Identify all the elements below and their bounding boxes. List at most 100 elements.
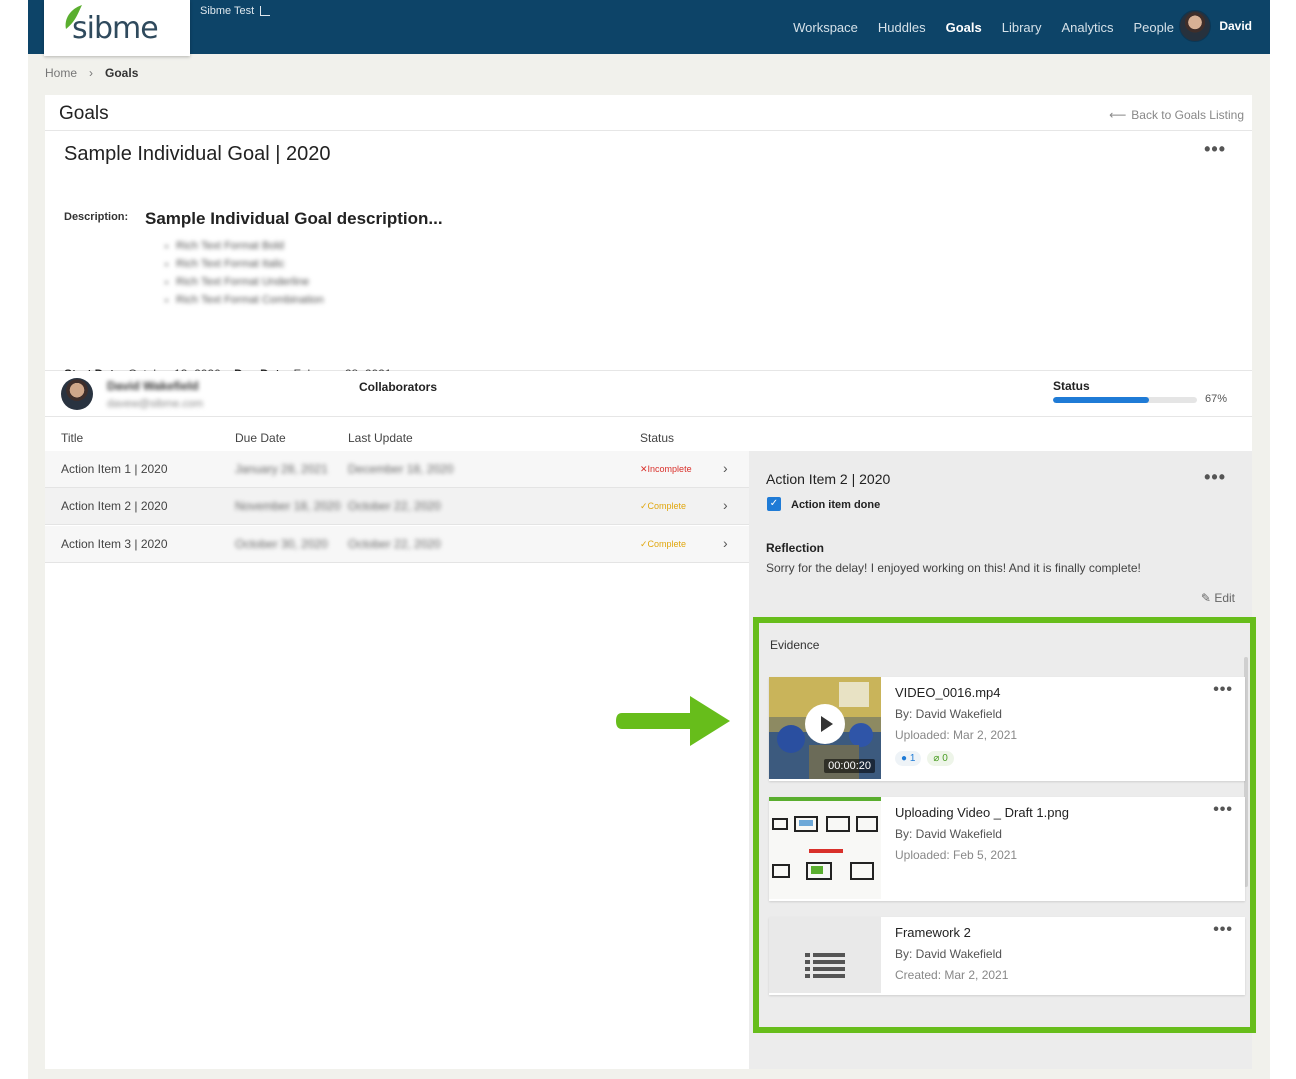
- evidence-more-options-icon[interactable]: •••: [1213, 801, 1233, 819]
- breadcrumb: Home › Goals: [45, 66, 138, 80]
- evidence-name[interactable]: Framework 2: [895, 925, 971, 940]
- evidence-more-options-icon[interactable]: •••: [1213, 921, 1233, 939]
- user-menu[interactable]: David: [1179, 10, 1252, 42]
- nav-people[interactable]: People: [1134, 20, 1174, 35]
- chevron-right-icon[interactable]: ›: [723, 460, 728, 476]
- nav-workspace[interactable]: Workspace: [793, 20, 858, 35]
- evidence-item-video[interactable]: 00:00:20 VIDEO_0016.mp4 By: David Wakefi…: [769, 677, 1245, 781]
- switch-account-icon: [260, 6, 271, 16]
- user-name: David: [1219, 19, 1252, 33]
- goal-title: Sample Individual Goal | 2020: [64, 143, 331, 165]
- arrow-left-icon: ⟵: [1109, 108, 1127, 122]
- evidence-more-options-icon[interactable]: •••: [1213, 681, 1233, 699]
- monitors-diagram-thumbnail: [769, 797, 881, 880]
- row-due-date: November 18, 2020: [235, 499, 341, 513]
- card-header: Goals ⟵ Back to Goals Listing: [45, 95, 1252, 131]
- video-thumbnail[interactable]: 00:00:20: [769, 677, 881, 779]
- column-due-date[interactable]: Due Date: [235, 431, 286, 445]
- collaborator-name: David Wakefield: [107, 379, 199, 393]
- action-items-header: Title Due Date Last Update Status: [45, 417, 1252, 451]
- nav-goals[interactable]: Goals: [946, 20, 982, 35]
- row-last-update: October 22, 2020: [348, 499, 441, 513]
- main-nav: Workspace Huddles Goals Library Analytic…: [793, 0, 1174, 54]
- chevron-right-icon[interactable]: ›: [723, 497, 728, 513]
- detail-more-options-icon[interactable]: •••: [1204, 467, 1226, 488]
- column-title[interactable]: Title: [61, 431, 83, 445]
- edit-label: Edit: [1214, 591, 1235, 605]
- row-status-complete: ✓Complete: [640, 501, 687, 511]
- goal-description: Sample Individual Goal description...: [145, 209, 443, 228]
- reflection-label: Reflection: [766, 541, 825, 555]
- evidence-name[interactable]: VIDEO_0016.mp4: [895, 685, 1001, 700]
- top-navigation-bar: sibme Sibme Test Workspace Huddles Goals…: [28, 0, 1270, 56]
- description-list-item: Rich Text Format Bold: [165, 237, 324, 255]
- evidence-section: Evidence 00:00:20 VIDEO_0016.mp4 By: Dav…: [753, 617, 1256, 1033]
- evidence-date: Uploaded: Feb 5, 2021: [895, 848, 1018, 862]
- table-row-selected[interactable]: Action Item 2 | 2020 November 18, 2020 O…: [45, 488, 749, 525]
- evidence-label: Evidence: [770, 638, 820, 652]
- collaborator-email: davew@sibme.com: [107, 398, 204, 410]
- page-title: Goals: [59, 103, 109, 124]
- goal-progress-bar: [1053, 397, 1197, 403]
- reflection-text: Sorry for the delay! I enjoyed working o…: [766, 561, 1141, 575]
- back-to-goals-link[interactable]: ⟵ Back to Goals Listing: [1109, 108, 1244, 122]
- sibme-logo[interactable]: sibme: [44, 0, 190, 56]
- description-list-item: Rich Text Format Underline: [165, 273, 324, 291]
- leaf-icon: [65, 4, 82, 29]
- account-switcher[interactable]: Sibme Test: [200, 5, 271, 17]
- list-icon: [805, 953, 845, 978]
- row-due-date: January 28, 2021: [235, 462, 328, 476]
- goal-card: Goals ⟵ Back to Goals Listing Sample Ind…: [45, 95, 1256, 1069]
- goal-more-options-icon[interactable]: •••: [1204, 139, 1226, 160]
- column-last-update[interactable]: Last Update: [348, 431, 413, 445]
- description-list: Rich Text Format Bold Rich Text Format I…: [165, 237, 324, 309]
- evidence-date: Created: Mar 2, 2021: [895, 968, 1009, 982]
- row-due-date: October 30, 2020: [235, 537, 328, 551]
- column-status[interactable]: Status: [640, 431, 674, 445]
- row-last-update: December 18, 2020: [348, 462, 454, 476]
- description-list-item: Rich Text Format Italic: [165, 255, 324, 273]
- progress-percent: 67%: [1205, 393, 1228, 405]
- paperclip-icon: ⌀: [933, 753, 940, 764]
- action-item-done-checkbox[interactable]: ✓: [767, 497, 781, 511]
- evidence-badges: ● 1 ⌀ 0: [895, 751, 954, 766]
- nav-analytics[interactable]: Analytics: [1061, 20, 1113, 35]
- collaborator-avatar: [61, 378, 93, 410]
- app-frame: sibme Sibme Test Workspace Huddles Goals…: [28, 0, 1270, 1079]
- evidence-author: By: David Wakefield: [895, 827, 1002, 841]
- breadcrumb-home[interactable]: Home: [45, 66, 77, 80]
- callout-arrow-icon: [616, 696, 730, 746]
- description-label: Description:: [64, 211, 129, 223]
- action-item-detail-panel: Action Item 2 | 2020 ••• ✓ Action item d…: [749, 451, 1256, 1069]
- user-avatar: [1179, 10, 1212, 42]
- row-status-complete: ✓Complete: [640, 539, 687, 549]
- detail-title: Action Item 2 | 2020: [766, 471, 891, 487]
- row-last-update: October 22, 2020: [348, 537, 441, 551]
- goal-summary: Sample Individual Goal | 2020 ••• Descri…: [45, 131, 1252, 381]
- table-row[interactable]: Action Item 3 | 2020 October 30, 2020 Oc…: [45, 526, 749, 563]
- collaborators-label[interactable]: Collaborators: [359, 380, 437, 394]
- breadcrumb-separator-icon: ›: [89, 66, 94, 80]
- nav-library[interactable]: Library: [1002, 20, 1042, 35]
- evidence-name[interactable]: Uploading Video _ Draft 1.png: [895, 805, 1069, 820]
- logo-text: sibme: [72, 10, 159, 46]
- nav-huddles[interactable]: Huddles: [878, 20, 926, 35]
- row-status-incomplete: ✕Incomplete: [640, 464, 692, 474]
- video-duration: 00:00:20: [824, 759, 875, 773]
- status-label: Status: [1053, 379, 1090, 393]
- evidence-item-framework[interactable]: Framework 2 By: David Wakefield Created:…: [769, 917, 1245, 995]
- framework-thumbnail[interactable]: [769, 917, 881, 993]
- edit-reflection-button[interactable]: ✎ Edit: [1201, 591, 1235, 605]
- chevron-right-icon[interactable]: ›: [723, 535, 728, 551]
- evidence-item-image[interactable]: Uploading Video _ Draft 1.png By: David …: [769, 797, 1245, 901]
- image-thumbnail[interactable]: [769, 797, 881, 899]
- table-row[interactable]: Action Item 1 | 2020 January 28, 2021 De…: [45, 451, 749, 488]
- comment-count-badge[interactable]: ● 1: [895, 751, 922, 766]
- row-title: Action Item 3 | 2020: [61, 537, 168, 551]
- pencil-icon: ✎: [1200, 591, 1211, 605]
- play-icon[interactable]: [805, 704, 845, 744]
- attachment-count-badge[interactable]: ⌀ 0: [927, 751, 954, 766]
- comment-icon: ●: [901, 753, 908, 764]
- action-item-done-label: Action item done: [791, 499, 881, 511]
- row-title: Action Item 1 | 2020: [61, 462, 168, 476]
